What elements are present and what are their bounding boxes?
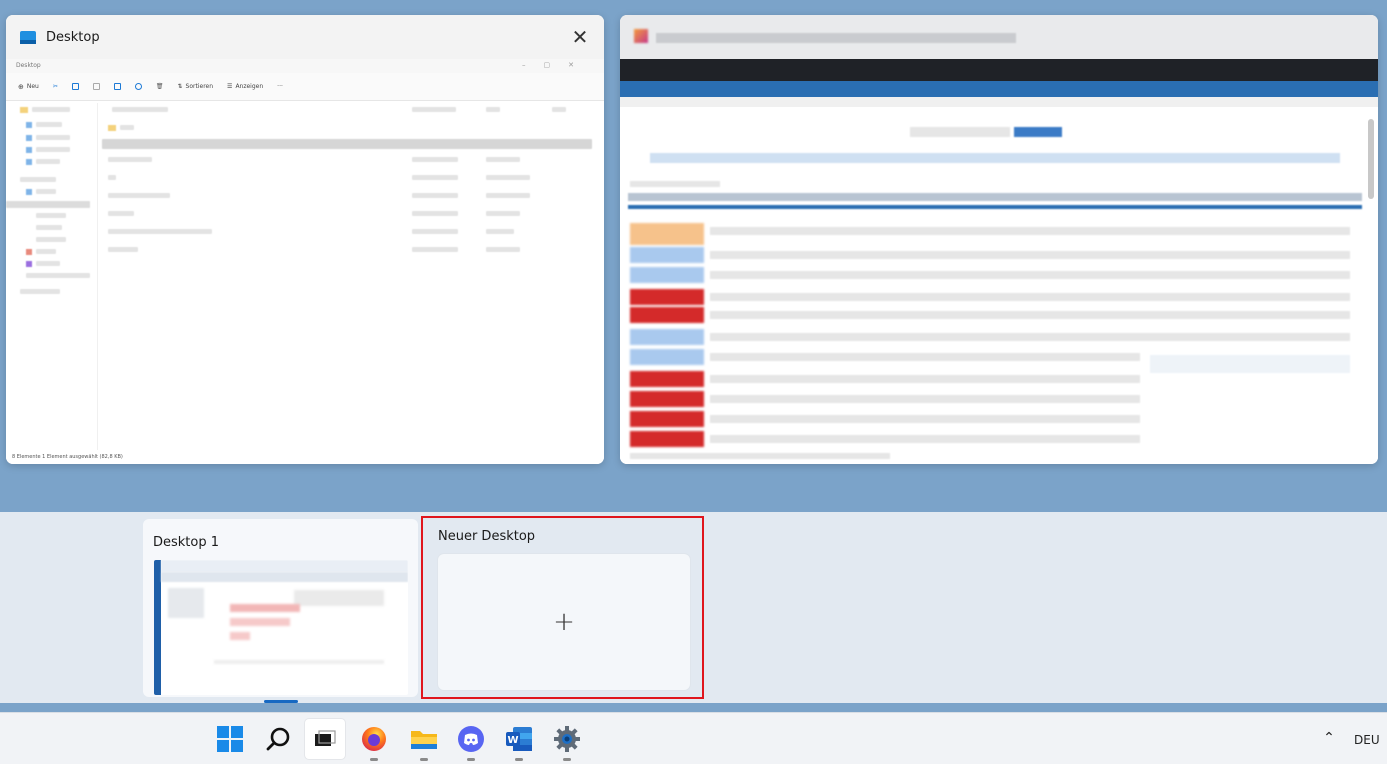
folder-icon bbox=[20, 30, 36, 44]
desktop-1-thumbnail[interactable] bbox=[154, 560, 408, 695]
explorer-nav-pane bbox=[6, 103, 98, 450]
word-icon: W bbox=[506, 727, 532, 751]
share-icon bbox=[134, 83, 142, 90]
folder-icon bbox=[411, 731, 437, 749]
view-label: Anzeigen bbox=[235, 83, 264, 90]
desktop-1-tile[interactable]: Desktop 1 bbox=[143, 519, 418, 703]
browser-tab-strip bbox=[620, 59, 1378, 81]
running-indicator bbox=[563, 758, 571, 761]
sort-icon: ⇅ bbox=[177, 83, 183, 90]
start-button[interactable] bbox=[210, 719, 250, 759]
delete-icon: 🗑 bbox=[155, 83, 164, 90]
rename-icon bbox=[113, 83, 121, 90]
copy-icon bbox=[71, 83, 79, 90]
running-indicator bbox=[515, 758, 523, 761]
plus-icon: + bbox=[553, 607, 575, 637]
more-icon: ··· bbox=[277, 83, 283, 90]
explorer-window-title: Desktop bbox=[46, 29, 100, 45]
plus-circle-icon: ⊕ bbox=[18, 82, 24, 91]
browser-scrollbar bbox=[1368, 119, 1374, 199]
show-hidden-icons-chevron-icon[interactable]: ⌃ bbox=[1319, 730, 1339, 746]
new-button: ⊕ Neu bbox=[18, 83, 39, 91]
running-indicator bbox=[420, 758, 428, 761]
discord-taskbar-button[interactable] bbox=[451, 719, 491, 761]
virtual-desktops-strip: Desktop 1 Neuer Desktop + bbox=[0, 512, 1387, 703]
paste-icon bbox=[92, 83, 100, 90]
browser-window-thumbnail[interactable] bbox=[620, 15, 1378, 464]
task-view-icon bbox=[315, 730, 336, 746]
new-desktop-button[interactable]: + bbox=[438, 554, 690, 690]
word-taskbar-button[interactable]: W bbox=[499, 719, 539, 761]
explorer-file-list bbox=[102, 103, 604, 450]
search-icon bbox=[266, 727, 290, 751]
view-icon: ☰ bbox=[227, 83, 233, 90]
explorer-inner-titlebar: Desktop –▢✕ bbox=[6, 59, 604, 73]
running-indicator bbox=[467, 758, 475, 761]
view-button: ☰ Anzeigen bbox=[227, 83, 263, 90]
firefox-icon bbox=[362, 727, 386, 751]
window-controls: –▢✕ bbox=[522, 61, 592, 69]
settings-taskbar-button[interactable] bbox=[547, 719, 587, 761]
input-language-indicator[interactable]: DEU bbox=[1354, 733, 1380, 747]
explorer-window-thumbnail[interactable]: Desktop ✕ Desktop –▢✕ ⊕ Neu ✂ 🗑 ⇅ Sortie… bbox=[6, 15, 604, 464]
active-desktop-indicator bbox=[264, 700, 298, 703]
close-icon[interactable]: ✕ bbox=[568, 25, 592, 49]
windows-logo-icon bbox=[217, 726, 243, 752]
sort-label: Sortieren bbox=[185, 83, 214, 90]
gear-icon bbox=[554, 726, 580, 752]
browser-site-header bbox=[620, 81, 1378, 97]
browser-favicon-icon bbox=[634, 29, 648, 43]
explorer-preview-content: Desktop –▢✕ ⊕ Neu ✂ 🗑 ⇅ Sortieren ☰ Anze… bbox=[6, 59, 604, 464]
search-button[interactable] bbox=[258, 719, 298, 759]
explorer-toolbar: ⊕ Neu ✂ 🗑 ⇅ Sortieren ☰ Anzeigen ··· bbox=[6, 73, 604, 101]
new-label: Neu bbox=[26, 83, 39, 90]
explorer-window-titlebar: Desktop bbox=[6, 15, 604, 59]
firefox-taskbar-button[interactable] bbox=[354, 719, 394, 761]
new-desktop-tile[interactable]: Neuer Desktop + bbox=[421, 516, 704, 699]
browser-breadcrumb-bar bbox=[620, 97, 1378, 107]
browser-window-titlebar bbox=[620, 15, 1378, 59]
explorer-taskbar-button[interactable] bbox=[404, 719, 444, 761]
browser-preview-content bbox=[620, 59, 1378, 464]
running-indicator bbox=[370, 758, 378, 761]
explorer-status-bar: 8 Elemente 1 Element ausgewählt (82,8 KB… bbox=[12, 454, 123, 460]
cut-icon: ✂ bbox=[52, 83, 58, 90]
desktop-1-label: Desktop 1 bbox=[153, 535, 220, 550]
task-view-button[interactable] bbox=[305, 719, 345, 759]
discord-icon bbox=[458, 726, 484, 752]
explorer-inner-title: Desktop bbox=[16, 62, 41, 69]
taskbar: W ⌃ DEU bbox=[0, 712, 1387, 764]
new-desktop-label: Neuer Desktop bbox=[438, 529, 536, 544]
sort-button: ⇅ Sortieren bbox=[178, 83, 214, 90]
svg-text:W: W bbox=[507, 735, 518, 746]
